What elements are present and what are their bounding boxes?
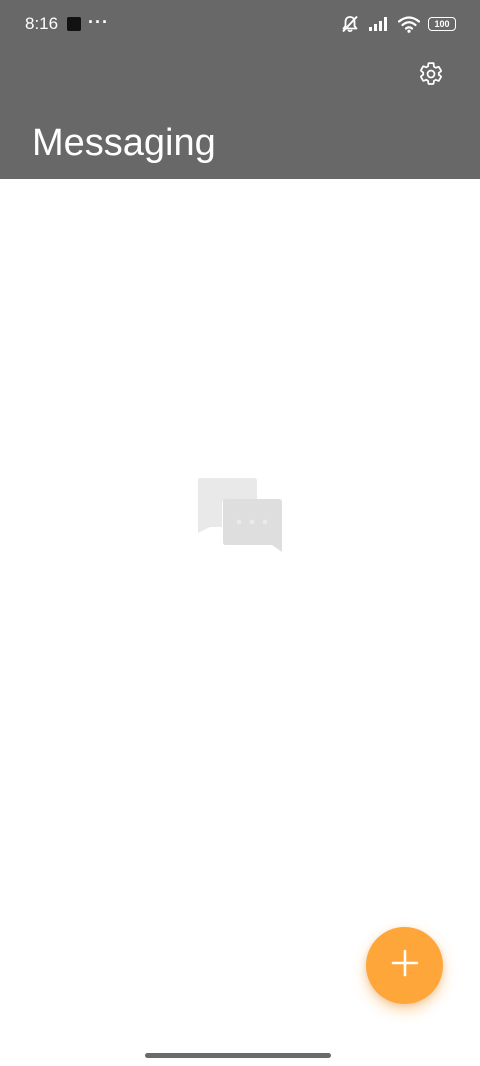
battery-level: 100 bbox=[434, 18, 450, 29]
page-title: Messaging bbox=[32, 122, 216, 164]
messaging-screen: 8:16 ··· 100 Messaging bbox=[0, 0, 480, 1066]
wifi-icon bbox=[398, 15, 420, 33]
signal-icon bbox=[368, 16, 390, 32]
home-indicator[interactable] bbox=[145, 1053, 331, 1058]
battery-icon: 100 bbox=[428, 17, 456, 31]
notification-square-icon bbox=[67, 17, 81, 31]
more-notifications-indicator: ··· bbox=[88, 12, 109, 32]
chat-bubbles-icon bbox=[196, 476, 286, 556]
settings-button[interactable] bbox=[413, 58, 449, 94]
plus-icon bbox=[390, 948, 420, 983]
status-time: 8:16 bbox=[25, 14, 59, 33]
new-message-fab[interactable] bbox=[366, 927, 443, 1004]
gear-icon bbox=[418, 61, 444, 92]
app-header: 8:16 ··· 100 Messaging bbox=[0, 0, 480, 179]
mute-icon bbox=[340, 14, 360, 34]
status-icons: 100 bbox=[340, 13, 456, 35]
status-bar: 8:16 ··· 100 bbox=[0, 0, 480, 48]
